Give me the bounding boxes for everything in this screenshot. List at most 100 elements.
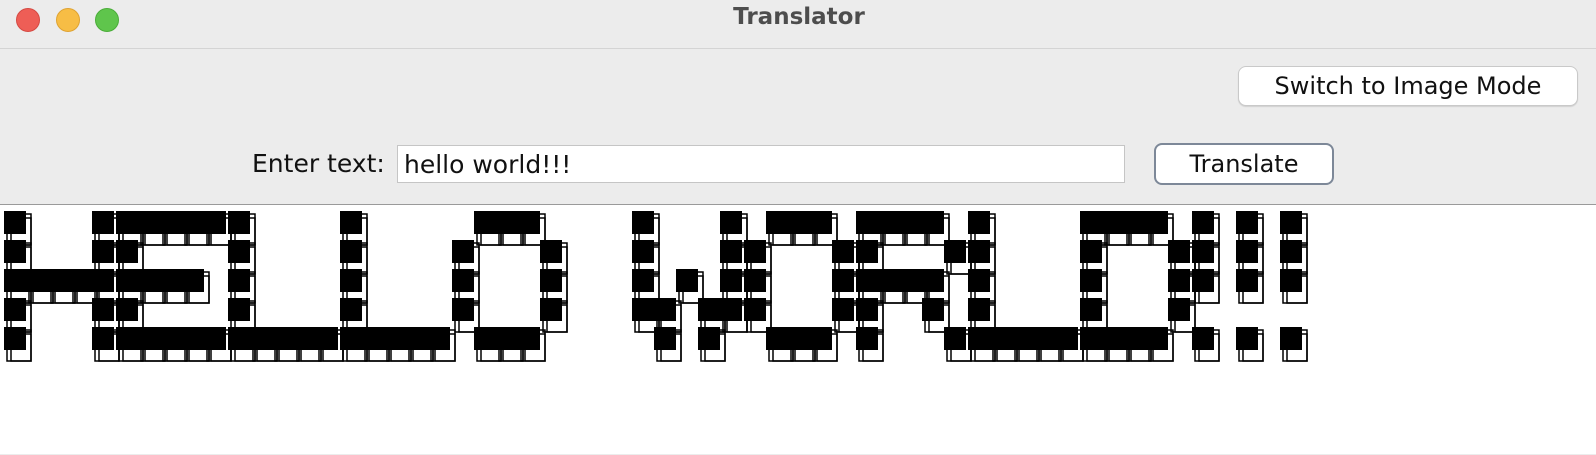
glyph-block <box>720 211 742 234</box>
glyph-block <box>856 327 878 350</box>
glyph-block <box>810 211 832 234</box>
glyph-block <box>922 298 944 321</box>
glyph-block <box>4 211 26 234</box>
glyph-block <box>900 269 922 292</box>
glyph-block <box>720 269 742 292</box>
glyph-block <box>182 211 204 234</box>
glyph-block <box>1236 269 1258 292</box>
glyph-block <box>26 269 48 292</box>
glyph-block <box>810 327 832 350</box>
glyph-block <box>518 211 540 234</box>
glyph-block <box>856 211 878 234</box>
glyph-block <box>1236 327 1258 350</box>
glyph-block <box>788 211 810 234</box>
glyph-block <box>138 327 160 350</box>
glyph-block <box>138 211 160 234</box>
text-input[interactable] <box>397 145 1125 183</box>
glyph-block <box>698 327 720 350</box>
glyph-block <box>744 240 766 263</box>
ascii-art-output <box>4 211 1308 362</box>
ascii-glyph-h <box>4 211 120 362</box>
glyph-block <box>4 298 26 321</box>
enter-text-label: Enter text: <box>252 149 385 178</box>
glyph-block <box>92 327 114 350</box>
glyph-block <box>832 269 854 292</box>
glyph-block <box>1102 327 1124 350</box>
glyph-block <box>428 327 450 350</box>
glyph-block <box>70 269 92 292</box>
ascii-glyph-l <box>228 211 344 362</box>
glyph-block <box>632 240 654 263</box>
glyph-block <box>340 327 362 350</box>
glyph-block <box>1080 211 1102 234</box>
glyph-block <box>1280 240 1302 263</box>
glyph-block <box>1168 298 1190 321</box>
glyph-block <box>540 240 562 263</box>
glyph-block <box>1080 327 1102 350</box>
glyph-block <box>1280 211 1302 234</box>
glyph-block <box>452 298 474 321</box>
glyph-block <box>922 269 944 292</box>
glyph-block <box>116 211 138 234</box>
glyph-block <box>968 211 990 234</box>
glyph-block <box>720 298 742 321</box>
glyph-block <box>900 211 922 234</box>
title-bar: Translator <box>0 0 1596 49</box>
ascii-glyph-l <box>968 211 1084 362</box>
glyph-block <box>340 211 362 234</box>
glyph-block <box>1192 327 1214 350</box>
glyph-block <box>1192 240 1214 263</box>
glyph-block <box>632 211 654 234</box>
glyph-block <box>228 269 250 292</box>
window-title: Translator <box>733 4 865 30</box>
glyph-block <box>452 240 474 263</box>
glyph-block <box>632 298 654 321</box>
glyph-block <box>856 269 878 292</box>
glyph-block <box>1102 211 1124 234</box>
ascii-glyph-o <box>744 211 860 362</box>
glyph-block <box>474 327 496 350</box>
glyph-block <box>340 240 362 263</box>
glyph-block <box>832 240 854 263</box>
glyph-block <box>676 269 698 292</box>
ascii-glyph-e <box>116 211 232 362</box>
glyph-block <box>116 298 138 321</box>
glyph-block <box>92 211 114 234</box>
glyph-block <box>540 269 562 292</box>
glyph-block <box>1168 269 1190 292</box>
glyph-block <box>1236 211 1258 234</box>
glyph-block <box>1124 211 1146 234</box>
glyph-block <box>116 327 138 350</box>
glyph-block <box>116 269 138 292</box>
ascii-glyph-exclamation <box>1192 211 1220 362</box>
glyph-block <box>92 298 114 321</box>
glyph-block <box>632 269 654 292</box>
glyph-block <box>944 327 966 350</box>
glyph-block <box>228 240 250 263</box>
glyph-block <box>878 269 900 292</box>
glyph-block <box>1012 327 1034 350</box>
glyph-block <box>474 211 496 234</box>
switch-to-image-mode-button[interactable]: Switch to Image Mode <box>1238 66 1578 106</box>
ascii-glyph-w <box>632 211 748 362</box>
glyph-block <box>182 269 204 292</box>
glyph-block <box>250 327 272 350</box>
glyph-block <box>1192 211 1214 234</box>
glyph-block <box>4 327 26 350</box>
glyph-block <box>878 211 900 234</box>
glyph-block <box>1080 298 1102 321</box>
ascii-glyph-d <box>1080 211 1196 362</box>
translate-button[interactable]: Translate <box>1154 143 1334 185</box>
glyph-block <box>160 269 182 292</box>
glyph-block <box>138 269 160 292</box>
glyph-block <box>720 240 742 263</box>
glyph-block <box>1124 327 1146 350</box>
glyph-block <box>204 327 226 350</box>
glyph-block <box>384 327 406 350</box>
glyph-block <box>272 327 294 350</box>
glyph-block <box>116 240 138 263</box>
glyph-block <box>160 327 182 350</box>
glyph-block <box>1034 327 1056 350</box>
glyph-block <box>160 211 182 234</box>
glyph-block <box>362 327 384 350</box>
